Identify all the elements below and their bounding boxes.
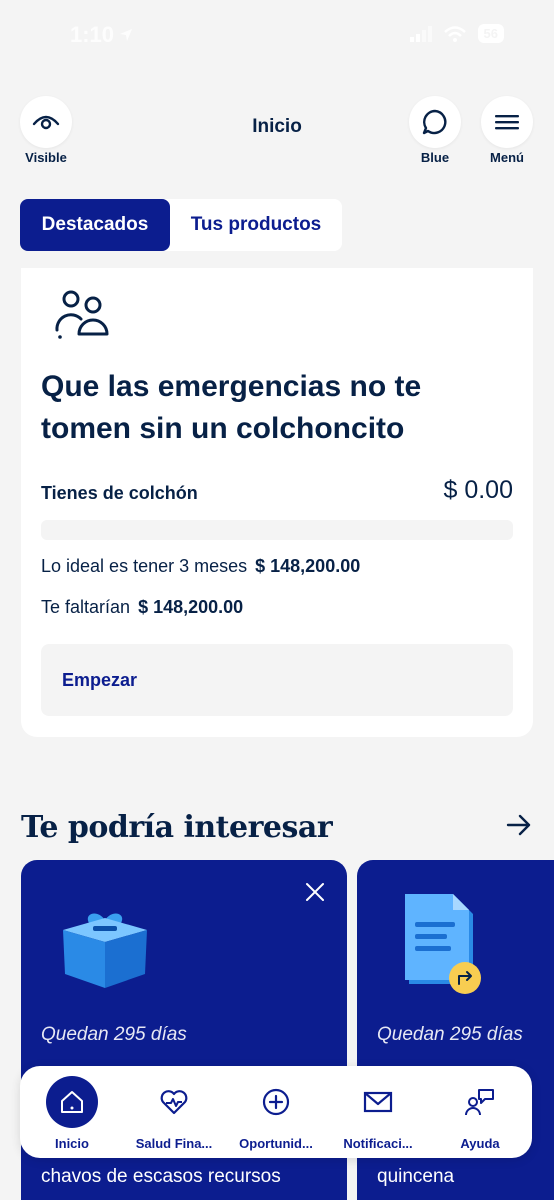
visible-label: Visible bbox=[25, 150, 67, 165]
promo-description: quincena bbox=[377, 1166, 455, 1187]
cushion-amount: $ 0.00 bbox=[443, 476, 513, 504]
menu-label: Menú bbox=[490, 150, 524, 165]
nav-label: Oportunid... bbox=[239, 1136, 313, 1151]
missing-line: Te faltarían $ 148,200.00 bbox=[41, 597, 243, 618]
close-icon[interactable] bbox=[305, 882, 325, 902]
nav-label: Notificaci... bbox=[343, 1136, 413, 1151]
status-bar: 1:10 56 bbox=[0, 0, 554, 76]
status-indicators: 56 bbox=[409, 24, 504, 43]
blue-assistant-button[interactable] bbox=[409, 96, 461, 148]
nav-item-salud-financiera[interactable]: Salud Fina... bbox=[124, 1076, 224, 1151]
tab-bar: Destacados Tus productos bbox=[20, 199, 342, 251]
status-time: 1:10 bbox=[70, 22, 134, 48]
nav-item-inicio[interactable]: Inicio bbox=[22, 1076, 122, 1151]
battery-icon: 56 bbox=[477, 24, 504, 43]
nav-label: Salud Fina... bbox=[135, 1136, 213, 1151]
heart-pulse-icon bbox=[160, 1090, 188, 1115]
menu-button[interactable] bbox=[481, 96, 533, 148]
nav-item-oportunidades[interactable]: Oportunid... bbox=[226, 1076, 326, 1151]
arrow-right-icon[interactable] bbox=[506, 814, 532, 836]
promo-description: chavos de escasos recursos bbox=[41, 1166, 281, 1187]
bottom-navigation: Inicio Salud Fina... Oportunid... Notifi… bbox=[20, 1066, 532, 1158]
savings-progress-bar bbox=[41, 520, 513, 540]
cushion-label: Tienes de colchón bbox=[41, 483, 198, 503]
missing-label: Te faltarían bbox=[41, 597, 131, 617]
nav-item-notificaciones[interactable]: Notificaci... bbox=[328, 1076, 428, 1151]
donation-box-icon bbox=[63, 913, 147, 988]
mail-icon bbox=[363, 1091, 393, 1113]
people-icon bbox=[55, 290, 109, 339]
section-title: Te podría interesar bbox=[21, 810, 333, 845]
nav-item-ayuda[interactable]: Ayuda bbox=[430, 1076, 530, 1151]
promo-days-left: Quedan 295 días bbox=[41, 1024, 187, 1045]
promo-days-left: Quedan 295 días bbox=[377, 1024, 523, 1045]
page-title: Inicio bbox=[252, 116, 302, 137]
ideal-amount: $ 148,200.00 bbox=[255, 556, 361, 576]
nav-label: Inicio bbox=[55, 1136, 89, 1151]
ideal-label: Lo ideal es tener 3 meses bbox=[41, 556, 248, 576]
home-icon bbox=[61, 1091, 83, 1113]
signal-icon bbox=[409, 25, 432, 42]
nav-active-indicator bbox=[46, 1076, 98, 1128]
plus-circle-icon bbox=[262, 1088, 290, 1116]
wifi-icon bbox=[443, 25, 466, 42]
hamburger-menu-icon bbox=[495, 115, 519, 130]
tab-tus-productos[interactable]: Tus productos bbox=[170, 199, 342, 251]
card-title: Que las emergencias no te tomen sin un c… bbox=[41, 370, 422, 445]
document-icon bbox=[405, 894, 481, 994]
emergency-savings-card: Que las emergencias no te tomen sin un c… bbox=[21, 268, 533, 737]
chat-bubble-icon bbox=[422, 109, 447, 135]
nav-label: Ayuda bbox=[460, 1136, 500, 1151]
ideal-line: Lo ideal es tener 3 meses $ 148,200.00 bbox=[41, 556, 360, 577]
missing-amount: $ 148,200.00 bbox=[138, 597, 244, 617]
tab-destacados[interactable]: Destacados bbox=[20, 199, 170, 251]
location-arrow-icon bbox=[120, 29, 133, 41]
start-button[interactable]: Empezar bbox=[41, 644, 513, 716]
help-chat-icon bbox=[465, 1089, 494, 1116]
blue-label: Blue bbox=[420, 150, 450, 165]
